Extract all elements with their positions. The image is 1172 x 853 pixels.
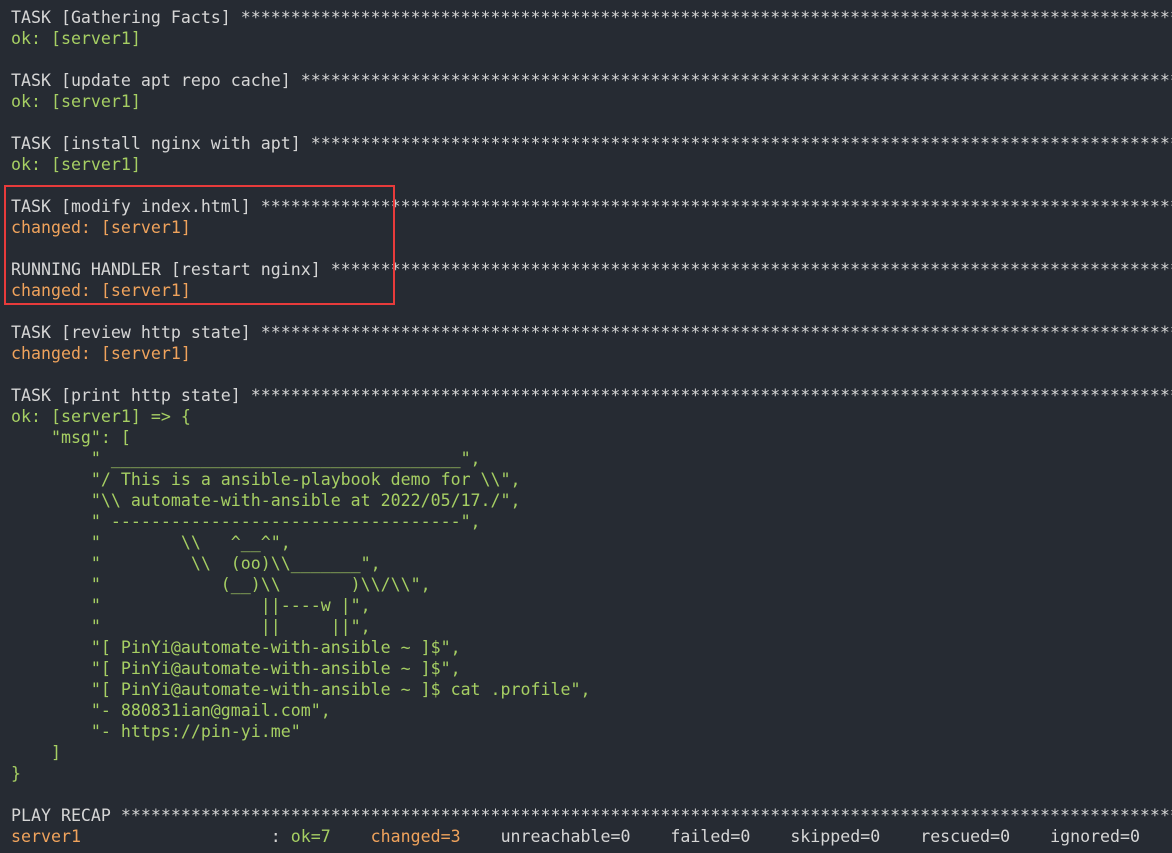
recap-failed: failed=0 bbox=[670, 827, 751, 846]
output-line: TASK [print http state] ****************… bbox=[11, 386, 1172, 405]
recap-unreachable: unreachable=0 bbox=[500, 827, 631, 846]
output-line: ] bbox=[11, 743, 61, 762]
output-line: TASK [review http state] ***************… bbox=[11, 323, 1172, 342]
terminal-window[interactable]: TASK [Gathering Facts] *****************… bbox=[0, 0, 1172, 853]
output-line: RUNNING HANDLER [restart nginx] ********… bbox=[11, 260, 1172, 279]
recap-changed: changed=3 bbox=[370, 827, 461, 846]
recap-gap bbox=[630, 827, 670, 846]
output-line: PLAY RECAP *****************************… bbox=[11, 806, 1172, 825]
output-line: changed: [server1] bbox=[11, 218, 191, 237]
output-line: TASK [modify index.html] ***************… bbox=[11, 197, 1172, 216]
output-line: "[ PinYi@automate-with-ansible ~ ]$ cat … bbox=[11, 680, 591, 699]
recap-separator: : bbox=[80, 827, 291, 846]
output-line: " -----------------------------------", bbox=[11, 512, 481, 531]
recap-rescued: rescued=0 bbox=[920, 827, 1011, 846]
recap-gap bbox=[1010, 827, 1050, 846]
output-line: "- https://pin-yi.me" bbox=[11, 722, 301, 741]
output-line: TASK [install nginx with apt] **********… bbox=[11, 134, 1172, 153]
recap-host: server1 bbox=[11, 827, 81, 846]
output-line: } bbox=[11, 764, 21, 783]
output-line: "/ This is a ansible-playbook demo for \… bbox=[11, 470, 521, 489]
play-recap-host-line: server1 : ok=7 changed=3 unreachable=0 f… bbox=[11, 826, 1172, 847]
output-line: ok: [server1] bbox=[11, 155, 141, 174]
output-line: " \\ (oo)\\_______", bbox=[11, 554, 381, 573]
output-line: ok: [server1] bbox=[11, 29, 141, 48]
output-line: " (__)\\ )\\/\\", bbox=[11, 575, 431, 594]
output-line: changed: [server1] bbox=[11, 281, 191, 300]
output-line: changed: [server1] bbox=[11, 344, 191, 363]
output-line: " ___________________________________", bbox=[11, 449, 481, 468]
recap-gap bbox=[880, 827, 920, 846]
recap-skipped: skipped=0 bbox=[790, 827, 881, 846]
output-line: TASK [Gathering Facts] *****************… bbox=[11, 8, 1172, 27]
recap-gap bbox=[750, 827, 790, 846]
output-line: TASK [update apt repo cache] ***********… bbox=[11, 71, 1172, 90]
recap-ignored: ignored=0 bbox=[1050, 827, 1141, 846]
output-line: "msg": [ bbox=[11, 428, 131, 447]
output-line: "\\ automate-with-ansible at 2022/05/17.… bbox=[11, 491, 521, 510]
output-line: ok: [server1] => { bbox=[11, 407, 191, 426]
recap-gap bbox=[331, 827, 371, 846]
output-line: " || ||", bbox=[11, 617, 371, 636]
ansible-output: TASK [Gathering Facts] *****************… bbox=[11, 7, 1172, 826]
output-line: " \\ ^__^", bbox=[11, 533, 291, 552]
recap-gap bbox=[461, 827, 501, 846]
output-line: "[ PinYi@automate-with-ansible ~ ]$", bbox=[11, 659, 461, 678]
recap-ok: ok=7 bbox=[290, 827, 331, 846]
output-line: " ||----w |", bbox=[11, 596, 371, 615]
output-line: "[ PinYi@automate-with-ansible ~ ]$", bbox=[11, 638, 461, 657]
output-line: ok: [server1] bbox=[11, 92, 141, 111]
output-line: "- 880831ian@gmail.com", bbox=[11, 701, 331, 720]
